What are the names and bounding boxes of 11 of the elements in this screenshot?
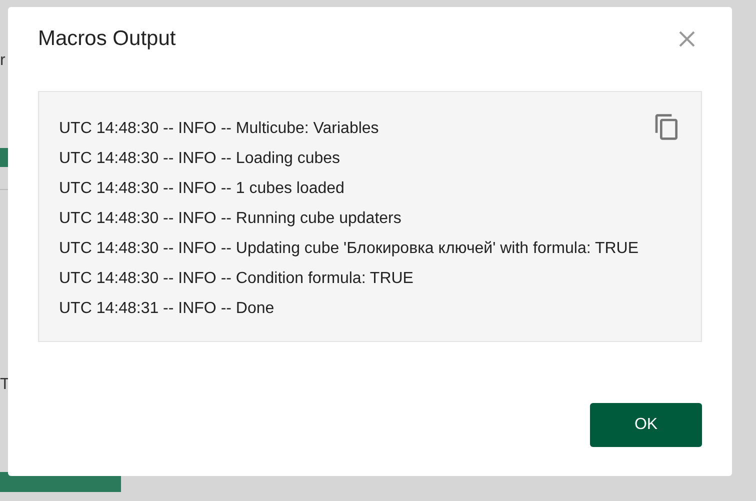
log-line: UTC 14:48:30 -- INFO -- Condition formula: TRUE: [59, 269, 414, 289]
ok-button[interactable]: OK: [590, 403, 702, 447]
background-text: r: [0, 52, 6, 70]
log-line: UTC 14:48:30 -- INFO -- 1 cubes loaded: [59, 179, 346, 199]
log-line: UTC 14:48:31 -- INFO -- Done: [59, 299, 276, 319]
dialog-title: Macros Output: [38, 27, 176, 51]
log-line: UTC 14:48:30 -- INFO -- Running cube updaters: [59, 209, 402, 229]
close-icon[interactable]: [677, 29, 697, 49]
log-line: UTC 14:48:30 -- INFO -- Multicube: Variables: [59, 119, 380, 139]
log-line: UTC 14:48:30 -- INFO -- Loading cubes: [59, 149, 342, 169]
log-line: UTC 14:48:30 -- INFO -- Updating cube 'Блокировка ключей' with formula: TRUE: [59, 239, 639, 259]
